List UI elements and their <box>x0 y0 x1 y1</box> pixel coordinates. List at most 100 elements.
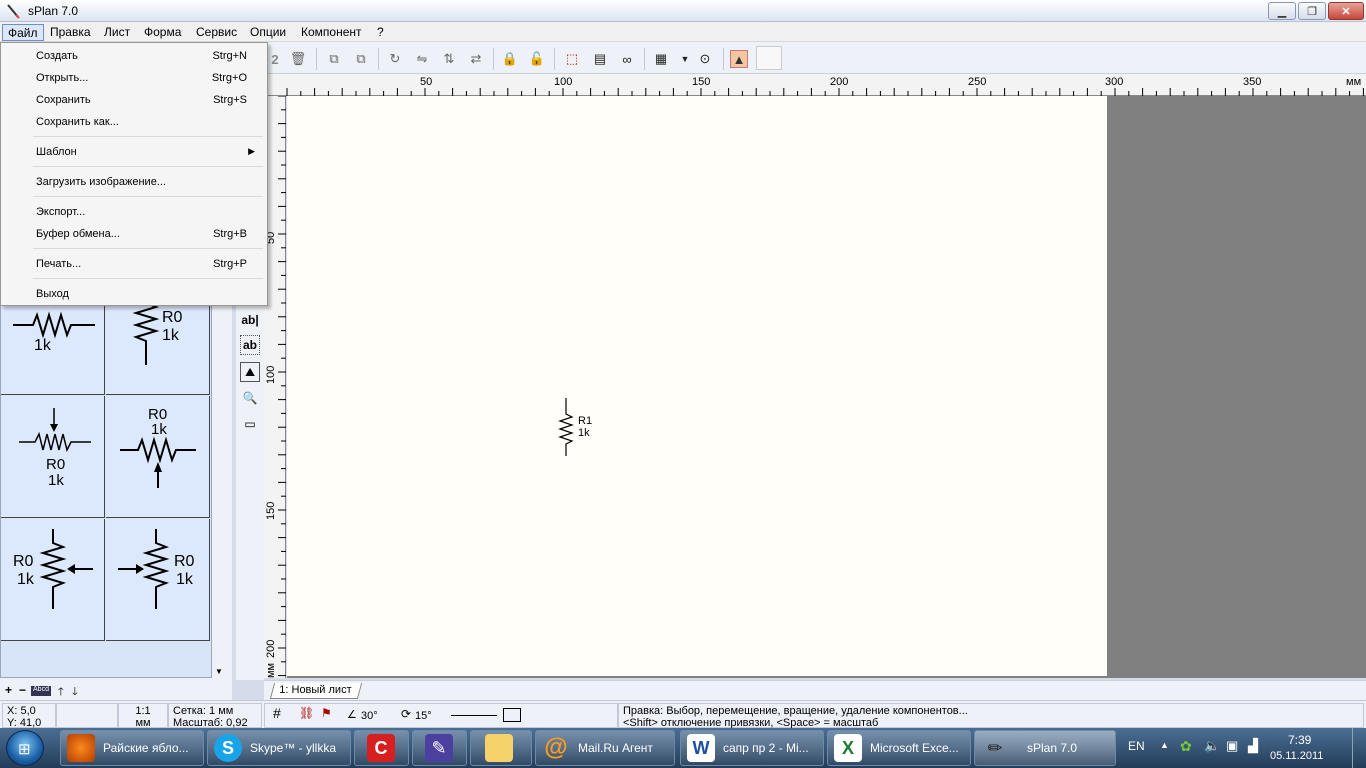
ruler-unit: мм <box>265 662 277 678</box>
angle-snap-2[interactable]: 15° <box>415 710 432 722</box>
drawing-canvas[interactable]: R1 1k <box>287 96 1366 678</box>
binoculars-icon[interactable]: ∞ <box>618 50 636 68</box>
lock-icon[interactable]: 🔒 <box>501 50 519 68</box>
usb-icon[interactable]: ▣ <box>1226 738 1238 754</box>
maximize-button[interactable]: ❐ <box>1298 2 1326 20</box>
start-button[interactable]: ⊞ <box>6 730 44 766</box>
taskbar-button[interactable]: C <box>354 730 409 766</box>
menu-help[interactable]: ? <box>372 24 389 41</box>
menu-item-print[interactable]: Печать... Strg+P <box>3 253 265 275</box>
menu-service[interactable]: Сервис <box>191 24 242 41</box>
toolbar-separator <box>493 48 494 70</box>
taskbar-button[interactable] <box>470 730 532 766</box>
mirror-h-icon[interactable]: ⇋ <box>413 50 431 68</box>
clock-time[interactable]: 7:39 <box>1288 733 1311 747</box>
flag-icon[interactable]: ⚑ <box>321 707 332 719</box>
menu-item-clipboard[interactable]: Буфер обмена... Strg+B <box>3 223 265 245</box>
text-tool-icon[interactable]: ab| <box>240 310 260 330</box>
link-icon[interactable]: ⛓ <box>299 707 314 719</box>
menu-item-save-as[interactable]: Сохранить как... <box>3 111 265 133</box>
library-cell-name: R0 <box>162 309 183 326</box>
clock-date[interactable]: 05.11.2011 <box>1270 750 1323 762</box>
language-indicator[interactable]: EN <box>1128 739 1145 753</box>
splan-icon: ✏ <box>987 737 1003 758</box>
menu-edit[interactable]: Правка <box>45 24 96 41</box>
component-value: 1k <box>578 427 590 439</box>
menu-item-export[interactable]: Экспорт... <box>3 201 265 223</box>
grid-icon[interactable]: ▦ <box>652 50 670 68</box>
hint-line-1: Правка: Выбор, перемещение, вращение, уд… <box>623 705 968 717</box>
zoom-fit-icon[interactable]: ⊙ <box>696 50 714 68</box>
mirror-v-icon[interactable]: ⇅ <box>440 50 458 68</box>
list-icon[interactable]: ▤ <box>591 50 609 68</box>
menu-separator <box>33 278 263 279</box>
grid-snap-icon[interactable]: # <box>273 706 281 720</box>
drawing-sheet[interactable]: R1 1k <box>287 96 1107 676</box>
taskbar-button[interactable]: ✎ <box>412 730 467 766</box>
menu-file[interactable]: Файл <box>2 24 44 41</box>
select-frame-icon[interactable]: ⬚ <box>563 50 581 68</box>
close-button[interactable]: ✕ <box>1328 2 1364 20</box>
sheet-tab[interactable]: 1: Новый лист <box>269 683 363 699</box>
line-style[interactable] <box>451 715 497 716</box>
show-desktop-button[interactable] <box>1352 728 1366 768</box>
menu-item-exit[interactable]: Выход <box>3 283 265 305</box>
taskbar-button[interactable]: X Microsoft Exce... <box>827 730 971 766</box>
align-icon[interactable]: ⇄ <box>467 50 485 68</box>
ungroup-icon[interactable]: ⧉ <box>352 50 370 68</box>
add-icon[interactable]: + <box>5 683 12 697</box>
menu-item-save[interactable]: Сохранить Strg+S <box>3 89 265 111</box>
menu-separator <box>33 248 263 249</box>
image-tool-icon[interactable]: ⛰ <box>240 362 260 382</box>
label-icon[interactable]: Abcd <box>31 686 51 696</box>
taskbar-button[interactable]: Райские ябло... <box>60 730 204 766</box>
magnifier-icon[interactable]: 🔍 <box>240 388 260 408</box>
library-cell-pot-vertical[interactable]: R0 1k <box>1 519 105 641</box>
taskbar-button[interactable]: @ Mail.Ru Агент <box>535 730 675 766</box>
angle-snap-1[interactable]: 30° <box>361 710 378 722</box>
taskbar-button[interactable]: ✏ sPlan 7.0 <box>974 730 1116 766</box>
library-cell-trimmer[interactable]: R0 1k <box>106 396 210 518</box>
menu-component[interactable]: Компонент <box>296 24 367 41</box>
textbox-tool-icon[interactable]: ab <box>240 335 260 355</box>
remove-icon[interactable]: − <box>19 683 26 697</box>
system-tray: EN ▲ ✿ 🔈 ▣ ▟ 7:39 05.11.2011 <box>1120 728 1366 768</box>
fill-style[interactable] <box>503 708 521 722</box>
rotate-icon[interactable]: ↻ <box>386 50 404 68</box>
toolbar-separator <box>723 48 724 70</box>
menu-shape[interactable]: Форма <box>139 24 186 41</box>
close-icon: ✕ <box>1341 5 1351 18</box>
minimize-button[interactable]: ▁ <box>1268 2 1296 20</box>
ruler-label: 100 <box>554 76 573 88</box>
angle-icon[interactable]: ∠ <box>347 709 357 721</box>
resistor-component[interactable]: R1 1k <box>555 396 605 458</box>
partial-icon[interactable]: 2 <box>266 50 284 68</box>
measure-icon[interactable]: ▭ <box>240 414 260 434</box>
volume-icon[interactable]: 🔈 <box>1204 738 1220 754</box>
menu-item-create[interactable]: Создать Strg+N <box>3 45 265 67</box>
dropdown-arrow-icon[interactable]: ▼ <box>676 50 694 68</box>
taskbar-button[interactable]: W сапр пр 2 - Mi... <box>680 730 824 766</box>
library-controls: + − Abcd 🡑 🡓 <box>0 682 232 700</box>
scroll-down-icon[interactable]: ▼ <box>215 667 223 676</box>
menu-item-template[interactable]: Шаблон ▶ <box>3 141 265 163</box>
rotation-icon[interactable]: ⟳ <box>401 708 411 720</box>
tray-expand-icon[interactable]: ▲ <box>1160 740 1169 750</box>
menu-sheet[interactable]: Лист <box>99 24 135 41</box>
ruler-label: 300 <box>1105 76 1124 88</box>
firefox-icon <box>67 734 95 762</box>
library-cell-pot-vertical-left[interactable]: R0 1k <box>106 519 210 641</box>
layer-icon[interactable]: ▲ <box>730 50 748 68</box>
menu-item-load-image[interactable]: Загрузить изображение... <box>3 171 265 193</box>
taskbar-button[interactable]: S Skype™ - yllkka <box>207 730 351 766</box>
signal-icon[interactable]: ▟ <box>1248 738 1258 754</box>
taskbar-label: sPlan 7.0 <box>1027 741 1078 755</box>
menu-item-open[interactable]: Открыть... Strg+O <box>3 67 265 89</box>
menu-options[interactable]: Опции <box>245 24 291 41</box>
network-app-icon[interactable]: ✿ <box>1180 738 1192 755</box>
group-icon[interactable]: ⧉ <box>325 50 343 68</box>
unlock-icon[interactable]: 🔓 <box>528 50 546 68</box>
empty-slot-icon <box>756 46 782 70</box>
library-cell-potentiometer[interactable]: R0 1k <box>1 396 105 518</box>
trash-icon[interactable]: 🗑 <box>289 50 307 68</box>
